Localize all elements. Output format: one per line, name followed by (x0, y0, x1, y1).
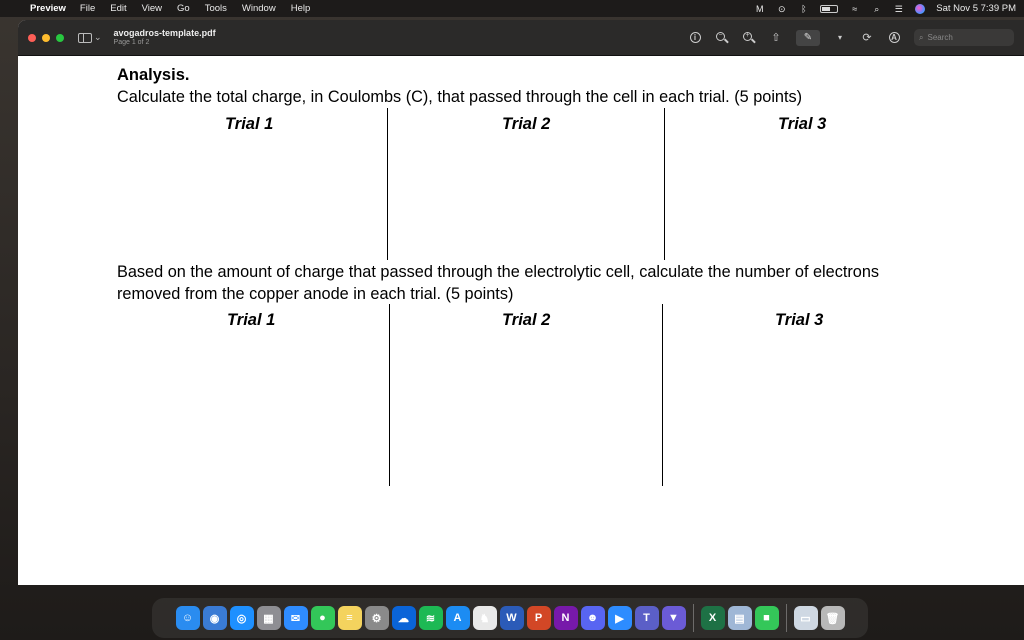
window-toolbar: ⌄ avogadros-template.pdf Page 1 of 2 i −… (18, 20, 1024, 56)
zoom-in-button[interactable]: + (742, 31, 756, 45)
share-icon: ⇧ (771, 32, 781, 44)
rotate-button[interactable]: ⟳ (860, 31, 874, 45)
search-field[interactable]: ⌕ Search (914, 29, 1014, 46)
play-icon[interactable]: ⊙ (776, 4, 787, 14)
vpn-icon[interactable]: ▼ (661, 606, 686, 630)
q1-trial-2-label: Trial 2 (502, 115, 551, 133)
zoom-out-button[interactable]: − (715, 31, 729, 45)
launchpad-icon[interactable]: ▦ (256, 606, 281, 630)
preview-icon[interactable]: ▤ (727, 606, 752, 630)
bluetooth-icon[interactable]: ᛒ (798, 4, 809, 14)
mail-icon[interactable]: ✉ (283, 606, 308, 630)
sidebar-toggle-button[interactable]: ⌄ (78, 32, 102, 43)
excel-icon[interactable]: X (700, 606, 725, 630)
q1-divider-1 (387, 108, 389, 260)
sidebar-icon (78, 32, 92, 43)
powerpoint-icon[interactable]: P (526, 606, 551, 630)
teams-icon[interactable]: T (634, 606, 659, 630)
spotlight-search-icon[interactable]: ⌕ (871, 4, 882, 14)
traffic-lights (28, 33, 64, 42)
onenote-icon[interactable]: N (553, 606, 578, 630)
word-icon[interactable]: W (499, 606, 524, 630)
discord-icon[interactable]: ☻ (580, 606, 605, 630)
question-2-line-2: removed from the copper anode in each tr… (117, 285, 514, 303)
zoom-icon[interactable]: ▶ (607, 606, 632, 630)
menu-file[interactable]: File (80, 3, 95, 14)
menu-edit[interactable]: Edit (110, 3, 126, 14)
fullscreen-button[interactable] (56, 33, 64, 42)
system-settings-icon[interactable]: ⚙ (364, 606, 389, 630)
menu-app-name[interactable]: Preview (30, 3, 66, 14)
zoom-out-icon: − (716, 31, 729, 44)
chevron-down-icon: ⌄ (94, 32, 102, 42)
q1-trial-3-label: Trial 3 (778, 115, 827, 133)
safari-icon[interactable]: ◎ (229, 606, 254, 630)
facetime-icon[interactable]: ■ (754, 606, 779, 630)
chevron-down-icon: ▾ (837, 33, 842, 42)
dock: ☺ ◉ ◎ ▦ ✉ ● ≡ ⚙ ☁ ≋ A ♞ W P N ☻ ▶ T ▼ X ▤ ■ ▭ 🗑 (152, 598, 868, 638)
finder-icon[interactable]: ☺ (175, 606, 200, 630)
minimize-button[interactable] (42, 33, 50, 42)
menu-view[interactable]: View (142, 3, 162, 14)
annotate-icon: A (888, 32, 900, 43)
info-icon: i (689, 32, 701, 43)
menu-go[interactable]: Go (177, 3, 190, 14)
clock[interactable]: Sat Nov 5 7:39 PM (936, 3, 1016, 14)
document-page[interactable]: Analysis. Calculate the total charge, in… (18, 56, 1024, 585)
messages-icon[interactable]: ● (310, 606, 335, 630)
question-1: Calculate the total charge, in Coulombs … (117, 88, 803, 106)
onedrive-icon[interactable]: ☁ (391, 606, 416, 630)
q2-trial-1-label: Trial 1 (227, 311, 276, 329)
section-title: Analysis. (117, 66, 190, 84)
wifi-icon[interactable]: ≈ (849, 4, 860, 14)
control-center-icon[interactable]: ☰ (893, 4, 904, 14)
siri-icon[interactable] (915, 3, 926, 14)
trash-icon[interactable]: 🗑 (820, 606, 845, 630)
search-icon: ⌕ (919, 32, 924, 42)
page-indicator: Page 1 of 2 (113, 38, 150, 46)
dock-separator (785, 604, 787, 632)
search-placeholder: Search (927, 33, 953, 42)
notes-icon[interactable]: ≡ (337, 606, 362, 630)
rotate-icon: ⟳ (862, 32, 872, 44)
q2-divider-2 (662, 304, 664, 486)
menu-bar: Preview File Edit View Go Tools Window H… (0, 0, 1024, 17)
preview-window: ⌄ avogadros-template.pdf Page 1 of 2 i −… (18, 20, 1024, 585)
q1-divider-2 (664, 108, 666, 260)
menu-window[interactable]: Window (242, 3, 276, 14)
q2-divider-1 (389, 304, 391, 486)
spotify-icon[interactable]: ≋ (418, 606, 443, 630)
malwarebytes-icon[interactable]: M (754, 4, 765, 14)
close-button[interactable] (28, 33, 36, 42)
q2-trial-2-label: Trial 2 (502, 311, 551, 329)
downloads-icon[interactable]: ▭ (793, 606, 818, 630)
menu-tools[interactable]: Tools (205, 3, 227, 14)
battery-icon[interactable] (820, 4, 839, 13)
toolbar-actions: i − + ⇧ ✎ ▾ ⟳ A ⌕ Search (688, 29, 1014, 46)
info-button[interactable]: i (688, 31, 702, 45)
markup-menu-button[interactable]: ▾ (833, 31, 847, 45)
q1-trial-1-label: Trial 1 (225, 115, 274, 133)
app-store-icon[interactable]: A (445, 606, 470, 630)
menu-help[interactable]: Help (291, 3, 311, 14)
kindle-icon[interactable]: ♞ (472, 606, 497, 630)
markup-button[interactable]: ✎ (796, 29, 820, 46)
pen-icon: ✎ (803, 32, 813, 43)
question-2-line-1: Based on the amount of charge that passe… (117, 263, 880, 281)
share-button[interactable]: ⇧ (769, 31, 783, 45)
annotate-button[interactable]: A (887, 31, 901, 45)
zoom-in-icon: + (743, 31, 756, 44)
status-area: M ⊙ ᛒ ≈ ⌕ ☰ Sat Nov 5 7:39 PM (754, 3, 1016, 14)
document-name: avogadros-template.pdf (113, 27, 216, 38)
network-icon[interactable]: ◉ (202, 606, 227, 630)
document-title: avogadros-template.pdf Page 1 of 2 (113, 27, 216, 47)
q2-trial-3-label: Trial 3 (775, 311, 824, 329)
dock-separator (692, 604, 694, 632)
